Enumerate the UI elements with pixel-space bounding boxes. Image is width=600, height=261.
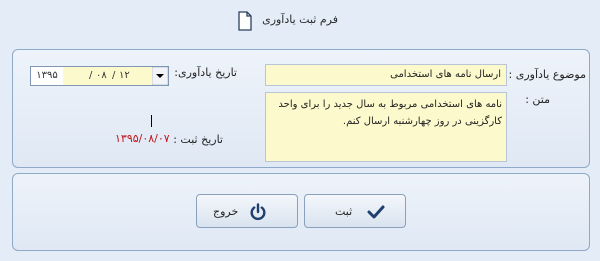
exit-button-label: خروج <box>213 205 239 218</box>
date-separator: / <box>112 70 116 81</box>
text-area-content: نامه های استخدامی مربوط به سال جدید را ب… <box>278 99 502 127</box>
checkmark-icon <box>367 205 385 219</box>
save-button[interactable]: ثبت <box>304 194 406 228</box>
reminder-date-picker[interactable]: ۱۳۹۵ / ۰۸ / ۱۲ <box>30 66 169 86</box>
registration-date-label: تاریخ ثبت : <box>173 133 223 146</box>
save-button-label: ثبت <box>335 205 353 218</box>
exit-button[interactable]: خروج <box>196 194 298 228</box>
form-title: فرم ثبت یادآوری <box>262 13 338 26</box>
registration-date-value: ۱۳۹۵/۰۸/۰۷ <box>115 132 170 145</box>
chevron-down-icon[interactable] <box>152 67 168 85</box>
date-day[interactable]: ۱۲ <box>119 67 130 85</box>
subject-input[interactable]: ارسال نامه های استخدامی <box>265 64 507 86</box>
subject-label: موضوع یادآوری : <box>508 68 586 81</box>
date-year[interactable]: ۱۳۹۵ <box>31 67 63 85</box>
date-separator: / <box>89 70 93 81</box>
power-icon <box>250 203 266 221</box>
document-icon <box>238 11 252 31</box>
form-header: فرم ثبت یادآوری <box>0 0 600 46</box>
date-month[interactable]: ۰۸ <box>96 67 107 85</box>
text-area[interactable]: نامه های استخدامی مربوط به سال جدید را ب… <box>265 92 507 162</box>
action-panel <box>12 173 590 251</box>
text-cursor <box>151 115 152 127</box>
text-label: متن : <box>525 93 550 106</box>
reminder-date-label: تاریخ یادآوری: <box>174 66 237 79</box>
